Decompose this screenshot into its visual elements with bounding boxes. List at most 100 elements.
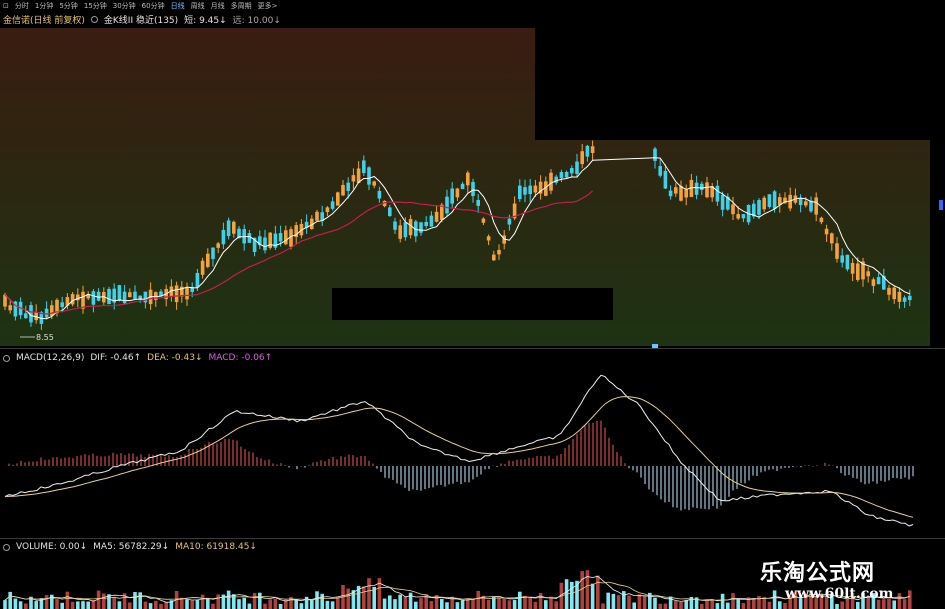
volume-bar: [668, 596, 673, 609]
candle-body: [762, 197, 766, 210]
candle-body: [736, 214, 740, 219]
candle-body: [44, 308, 49, 318]
candle-body: [684, 189, 688, 198]
tab-period[interactable]: 分时: [15, 1, 29, 11]
tab-period[interactable]: 5分钟: [59, 1, 77, 11]
candle-body: [523, 187, 527, 195]
candle-body: [50, 305, 54, 316]
candle-body: [528, 185, 532, 195]
candle-body: [351, 175, 356, 182]
tab-period[interactable]: 更多>: [258, 1, 278, 11]
volume-settings-icon[interactable]: [3, 543, 10, 551]
candle-body: [107, 288, 111, 305]
volume-bar: [320, 593, 324, 609]
volume-name: VOLUME: 0.00↓: [16, 542, 88, 552]
candlestick-chart[interactable]: 8.55: [0, 28, 945, 348]
volume-bar: [445, 602, 449, 609]
candle-body: [492, 254, 496, 261]
candle-body: [897, 291, 902, 302]
tab-period[interactable]: 周线: [191, 1, 205, 11]
candle-body: [372, 181, 376, 186]
volume-bar: [596, 575, 600, 609]
candle-body: [200, 260, 205, 275]
candle-body: [705, 182, 709, 198]
volume-bar: [325, 600, 330, 609]
volume-bar: [388, 595, 392, 609]
candle-body: [518, 185, 522, 200]
candle-body: [876, 277, 881, 285]
candle-body: [835, 243, 839, 259]
volume-bar: [752, 598, 756, 609]
watermark-title: 乐淘公式网: [760, 560, 876, 586]
volume-bar: [497, 597, 501, 609]
macd-settings-icon[interactable]: [3, 354, 10, 362]
candle-body: [195, 272, 200, 288]
candle-body: [403, 222, 408, 238]
volume-bar: [330, 601, 335, 609]
volume-bar: [278, 603, 283, 609]
volume-bar: [684, 600, 688, 609]
tab-period[interactable]: 15分钟: [84, 1, 107, 11]
tab-period[interactable]: 30分钟: [113, 1, 136, 11]
volume-bar: [757, 595, 761, 609]
volume-bar: [346, 588, 350, 609]
tab-period[interactable]: 月线: [211, 1, 225, 11]
volume-bar: [767, 601, 772, 609]
tab-period[interactable]: 1分钟: [35, 1, 53, 11]
candle-body: [549, 172, 553, 191]
volume-bar: [252, 592, 257, 609]
volume-bar: [268, 599, 272, 609]
candle-body: [694, 182, 699, 195]
candle-body: [445, 196, 449, 214]
candle-body: [60, 302, 64, 308]
volume-bar: [590, 583, 595, 609]
volume-bar: [65, 591, 70, 609]
volume-bar: [570, 581, 574, 609]
candle-body: [840, 255, 844, 263]
candle-body: [741, 214, 746, 219]
stock-chart-window: ⊡ 分时 1分钟 5分钟 15分钟 30分钟 60分钟 日线 周线 月线 多周期 更多> 金信诺(日…: [0, 0, 945, 609]
candle-body: [247, 233, 252, 243]
volume-bar: [143, 601, 148, 609]
volume-bar: [299, 603, 304, 609]
volume-bar: [216, 594, 220, 609]
short-ma-value: 短: 9.45↓: [184, 15, 227, 26]
volume-bar: [835, 603, 839, 609]
tab-period[interactable]: 60分钟: [142, 1, 165, 11]
candle-body: [398, 225, 402, 239]
volume-bar: [632, 602, 636, 609]
tab-period[interactable]: 多周期: [231, 1, 252, 11]
candle-body: [497, 249, 501, 255]
tab-period[interactable]: 日线: [171, 1, 185, 11]
volume-bar: [294, 599, 298, 609]
candle-body: [117, 285, 122, 301]
far-ma-value: 远: 10.00↓: [232, 15, 281, 26]
candle-body: [315, 211, 319, 221]
volume-bar: [908, 590, 912, 609]
volume-bar: [226, 590, 231, 609]
volume-bar: [455, 602, 460, 609]
candle-body: [658, 166, 662, 176]
volume-bar: [700, 603, 704, 609]
candle-body: [715, 185, 720, 202]
candle-body: [362, 160, 366, 174]
volume-bar: [190, 599, 194, 609]
volume-bar: [518, 591, 522, 609]
volume-bar: [55, 599, 59, 609]
candle-body: [216, 243, 220, 248]
volume-bar: [185, 599, 189, 609]
candle-body: [284, 230, 288, 245]
indicator-settings-icon[interactable]: [90, 15, 98, 23]
volume-bar: [393, 599, 397, 609]
volume-bar: [476, 590, 480, 609]
volume-bar: [398, 594, 402, 609]
toolbar-icon[interactable]: ⊡: [3, 2, 9, 10]
candle-body: [486, 236, 491, 241]
volume-bar: [232, 594, 236, 609]
candle-body: [367, 167, 371, 185]
candle-body: [533, 185, 538, 193]
candle-body: [226, 220, 231, 237]
macd-chart[interactable]: [0, 366, 945, 538]
volume-bar: [679, 601, 683, 609]
volume-bar: [24, 603, 28, 609]
